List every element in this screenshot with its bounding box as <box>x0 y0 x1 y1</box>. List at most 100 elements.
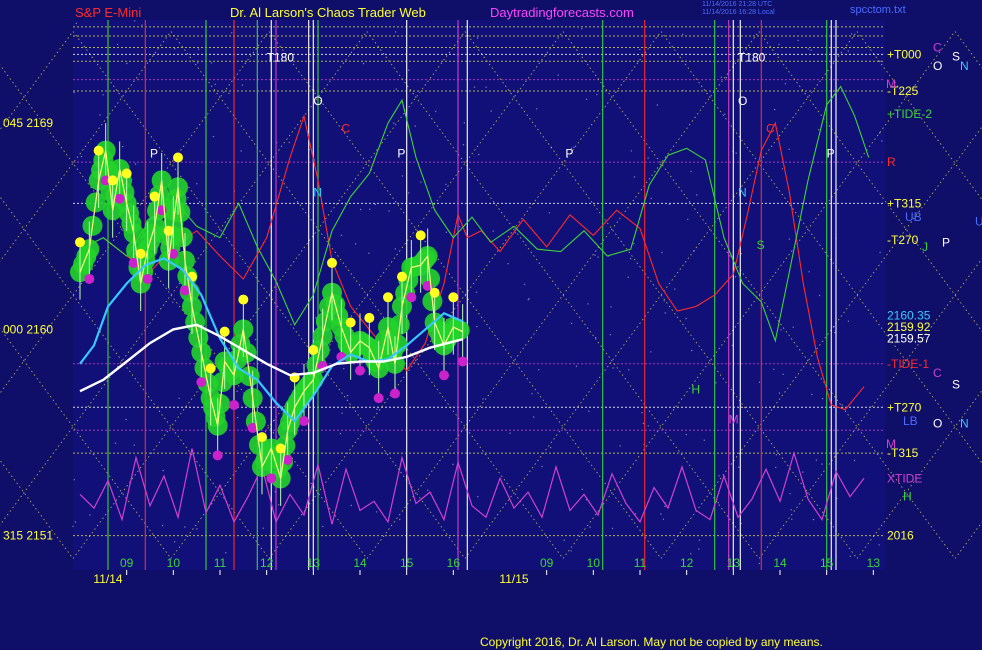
star-dot <box>612 367 614 369</box>
star-dot <box>685 433 687 436</box>
x-tick-label: 10 <box>587 556 601 570</box>
star-dot <box>725 76 728 79</box>
star-dot <box>660 513 662 515</box>
site-title: Dr. Al Larson's Chaos Trader Web <box>230 5 426 20</box>
star-dot <box>778 392 781 394</box>
star-dot <box>639 48 641 51</box>
star-dot <box>509 432 511 434</box>
star-dot <box>475 291 478 293</box>
star-dot <box>812 518 815 521</box>
star-dot <box>374 203 376 206</box>
price-high-dot <box>448 292 459 303</box>
x-tick-label: 11 <box>634 556 647 570</box>
x-tick-label: 14 <box>773 556 787 570</box>
chart-annotation: O <box>738 94 747 108</box>
x-tick-label: 13 <box>867 556 881 570</box>
star-dot <box>570 550 572 552</box>
right-glyph: O <box>933 59 942 73</box>
chart-annotation: P <box>827 147 835 161</box>
price-low-dot <box>355 365 365 376</box>
star-dot <box>399 518 401 521</box>
star-dot <box>619 445 621 447</box>
chart-annotation: N <box>738 185 747 199</box>
star-dot <box>634 513 637 515</box>
star-dot <box>212 135 215 138</box>
right-glyph: UB <box>905 210 922 224</box>
star-dot <box>609 334 612 336</box>
star-dot <box>818 129 820 131</box>
star-dot <box>557 74 559 76</box>
price-high-dot <box>415 230 426 241</box>
price-high-dot <box>383 292 393 303</box>
x-tick-label: 13 <box>727 556 741 570</box>
star-dot <box>174 541 176 543</box>
star-dot <box>715 382 717 384</box>
star-dot <box>231 32 233 34</box>
x-tick-label: 16 <box>447 556 461 570</box>
right-level-label: +T270 <box>887 400 922 414</box>
star-dot <box>322 525 324 528</box>
star-dot <box>536 108 538 110</box>
star-dot <box>698 539 701 541</box>
star-dot <box>262 527 264 529</box>
price-low-dot <box>266 473 277 484</box>
price-high-dot <box>397 271 407 282</box>
y-tick-label: 000 2160 <box>3 322 53 336</box>
chart-annotation: N <box>313 185 322 199</box>
star-dot <box>141 24 143 26</box>
star-dot <box>690 553 692 555</box>
star-dot <box>228 92 230 95</box>
star-dot <box>362 62 365 65</box>
x-tick-label: 11 <box>214 556 227 570</box>
star-dot <box>168 288 170 290</box>
star-dot <box>775 454 778 456</box>
star-dot <box>174 48 176 50</box>
star-dot <box>99 114 101 116</box>
right-glyph: N <box>960 59 969 73</box>
star-dot <box>514 232 517 234</box>
star-dot <box>452 463 454 466</box>
star-dot <box>878 544 880 546</box>
right-glyph: J <box>922 240 928 254</box>
star-dot <box>595 336 597 339</box>
star-dot <box>642 422 645 425</box>
right-level-label: R <box>887 155 896 169</box>
price-high-dot <box>173 152 183 163</box>
star-dot <box>818 294 821 297</box>
star-dot <box>802 471 804 473</box>
star-dot <box>394 31 397 33</box>
star-dot <box>538 369 540 371</box>
star-dot <box>788 148 790 150</box>
star-dot <box>585 98 588 101</box>
star-dot <box>881 140 883 142</box>
star-dot <box>724 113 726 115</box>
star-dot <box>197 62 199 64</box>
price-high-dot <box>205 363 216 374</box>
right-glyph: S <box>952 377 960 391</box>
star-dot <box>435 110 437 113</box>
x-tick-label: 12 <box>680 556 694 570</box>
star-dot <box>647 425 649 427</box>
chart-annotation: P <box>397 147 405 161</box>
star-dot <box>849 555 851 557</box>
star-dot <box>815 459 818 461</box>
star-dot <box>879 251 881 254</box>
star-dot <box>523 283 526 285</box>
star-dot <box>650 197 652 200</box>
site-url[interactable]: Daytradingforecasts.com <box>490 5 634 20</box>
right-glyph: S <box>952 50 960 64</box>
star-dot <box>573 146 575 148</box>
x-tick-label: 12 <box>260 556 274 570</box>
star-dot <box>549 446 552 449</box>
star-dot <box>482 398 484 400</box>
star-dot <box>376 408 378 410</box>
star-dot <box>587 303 589 305</box>
star-dot <box>594 254 596 256</box>
star-dot <box>781 168 784 170</box>
star-dot <box>685 317 687 320</box>
price-high-dot <box>121 168 132 179</box>
right-glyph: M <box>886 437 896 451</box>
star-dot <box>408 192 410 194</box>
price-high-dot <box>345 317 356 328</box>
star-dot <box>148 365 150 367</box>
